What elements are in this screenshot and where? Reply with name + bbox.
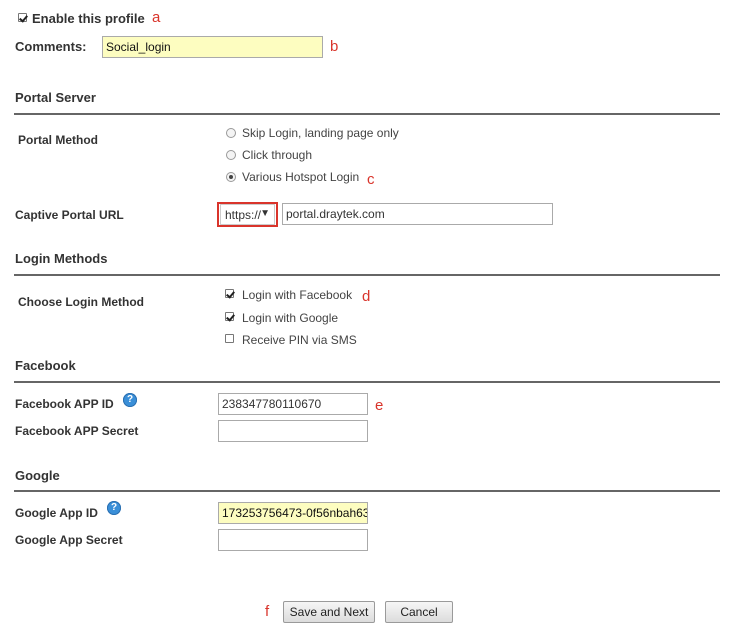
google-heading: Google xyxy=(15,468,60,483)
radio-skip-login-label: Skip Login, landing page only xyxy=(242,126,399,140)
facebook-app-id-input[interactable]: 238347780110670 xyxy=(218,393,368,415)
google-app-secret-label: Google App Secret xyxy=(15,533,123,547)
annotation-d: d xyxy=(362,288,371,305)
protocol-select[interactable]: https:// ▼ xyxy=(220,204,275,225)
facebook-heading: Facebook xyxy=(15,358,76,373)
captive-portal-url-label: Captive Portal URL xyxy=(15,208,124,222)
comments-label: Comments: xyxy=(15,39,87,54)
login-google-checkbox[interactable] xyxy=(225,312,234,321)
annotation-a: a xyxy=(152,9,161,26)
annotation-b: b xyxy=(330,38,339,55)
captive-portal-url-input[interactable]: portal.draytek.com xyxy=(282,203,553,225)
save-and-next-button[interactable]: Save and Next xyxy=(283,601,375,623)
portal-server-heading: Portal Server xyxy=(15,90,96,105)
portal-method-label: Portal Method xyxy=(18,133,98,147)
choose-login-method-label: Choose Login Method xyxy=(18,295,144,309)
help-question-icon[interactable]: ? xyxy=(123,393,137,407)
radio-click-through-label: Click through xyxy=(242,148,313,162)
dropdown-arrow-icon: ▼ xyxy=(260,208,270,219)
google-divider xyxy=(14,490,720,492)
annotation-f: f xyxy=(265,603,270,620)
receive-pin-sms-label: Receive PIN via SMS xyxy=(242,333,357,347)
login-facebook-label: Login with Facebook xyxy=(242,288,353,302)
login-methods-divider xyxy=(14,274,720,276)
login-google-label: Login with Google xyxy=(242,311,339,325)
protocol-value: https:// xyxy=(225,208,262,222)
help-question-icon[interactable]: ? xyxy=(107,501,121,515)
facebook-app-id-label: Facebook APP ID xyxy=(15,397,114,411)
receive-pin-sms-checkbox[interactable] xyxy=(225,334,234,343)
google-app-id-label: Google App ID xyxy=(15,506,98,520)
enable-profile-label: Enable this profile xyxy=(32,11,145,26)
facebook-app-secret-label: Facebook APP Secret xyxy=(15,424,139,438)
portal-server-divider xyxy=(14,113,720,115)
google-app-id-input[interactable]: 173253756473-0f56nbah63 xyxy=(218,502,368,524)
radio-skip-login[interactable] xyxy=(226,128,236,138)
annotation-e: e xyxy=(375,397,384,414)
comments-input[interactable]: Social_login xyxy=(102,36,323,58)
facebook-app-secret-input[interactable] xyxy=(218,420,368,442)
cancel-button[interactable]: Cancel xyxy=(385,601,453,623)
login-methods-heading: Login Methods xyxy=(15,251,108,266)
radio-various-hotspot-label: Various Hotspot Login xyxy=(242,170,360,184)
annotation-c: c xyxy=(367,171,375,188)
facebook-divider xyxy=(14,381,720,383)
radio-various-hotspot[interactable] xyxy=(226,172,236,182)
google-app-secret-input[interactable] xyxy=(218,529,368,551)
login-facebook-checkbox[interactable] xyxy=(225,289,234,298)
enable-profile-checkbox[interactable] xyxy=(18,13,27,22)
radio-click-through[interactable] xyxy=(226,150,236,160)
